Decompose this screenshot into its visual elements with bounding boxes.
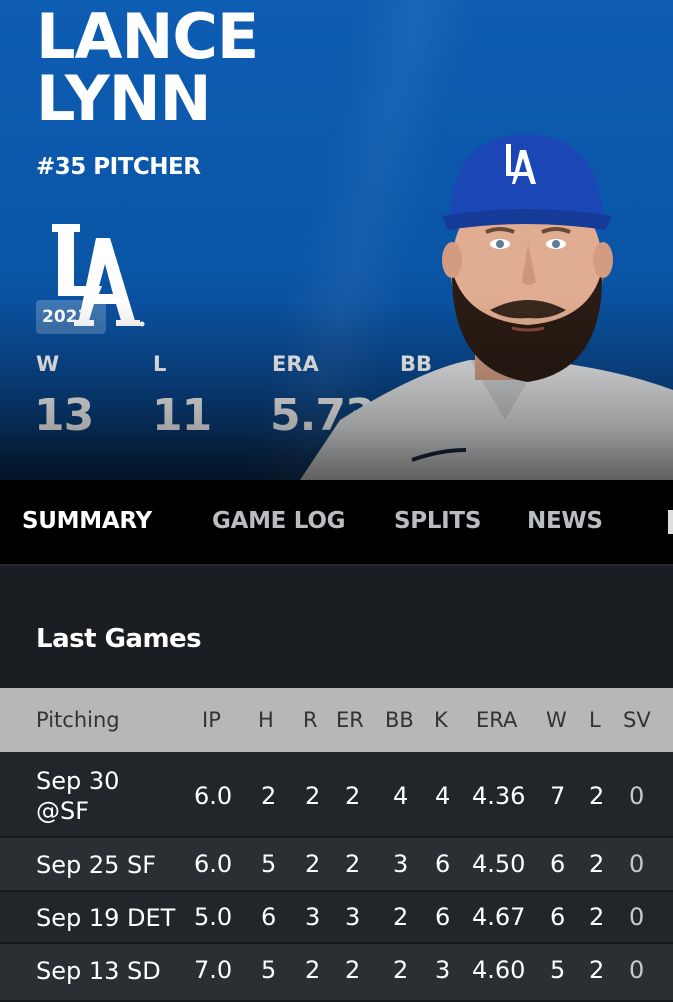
cell-k: 6 (435, 850, 451, 878)
game-date-opponent: Sep 19 DET (36, 904, 176, 932)
cell-sv: 0 (629, 903, 645, 931)
column-header-k: K (434, 708, 448, 732)
cell-w: 5 (550, 956, 566, 984)
game-date: Sep 30 (36, 767, 120, 795)
stat-value-losses: 11 (152, 390, 212, 441)
cell-bb: 4 (393, 782, 409, 810)
cell-era: 4.67 (472, 903, 526, 931)
cell-ip: 6.0 (194, 850, 233, 878)
column-header-h: H (258, 708, 274, 732)
cell-er: 2 (345, 782, 361, 810)
cell-r: 2 (305, 782, 321, 810)
player-name: LANCE LYNN (36, 0, 259, 135)
cell-k: 3 (435, 956, 451, 984)
cell-r: 2 (305, 850, 321, 878)
game-date-opponent: Sep 25 SF (36, 851, 157, 879)
cell-r: 2 (305, 956, 321, 984)
season-selector[interactable]: 2023 (36, 300, 106, 334)
cell-l: 2 (589, 956, 605, 984)
player-headshot-photo (300, 134, 673, 480)
cell-sv: 0 (629, 782, 645, 810)
cell-bb: 2 (393, 903, 409, 931)
cell-k: 6 (435, 903, 451, 931)
column-header-er: ER (336, 708, 364, 732)
cell-l: 2 (589, 903, 605, 931)
section-title: Last Games (36, 624, 202, 654)
cell-era: 4.50 (472, 850, 526, 878)
cell-r: 3 (305, 903, 321, 931)
game-date-opponent: Sep 13 SD (36, 957, 161, 985)
stat-label-wins: W (36, 352, 60, 376)
table-row[interactable]: Sep 30 @SF 6.0 2 2 2 4 4 4.36 7 2 0 (0, 752, 673, 838)
table-row[interactable]: Sep 19 DET 5.0 6 3 3 2 6 4.67 6 2 0 (0, 892, 673, 944)
cell-ip: 6.0 (194, 782, 233, 810)
stat-label-losses: L (153, 352, 167, 376)
cell-ip: 7.0 (194, 956, 233, 984)
cell-w: 7 (550, 782, 566, 810)
column-header-w: W (546, 708, 567, 732)
cell-l: 2 (589, 782, 605, 810)
table-header-row: Pitching IP H R ER BB K ERA W L SV (0, 688, 673, 752)
cell-ip: 5.0 (194, 903, 233, 931)
cell-er: 2 (345, 956, 361, 984)
cell-w: 6 (550, 850, 566, 878)
column-header-pitching: Pitching (36, 708, 120, 732)
column-header-l: L (589, 708, 601, 732)
cell-l: 2 (589, 850, 605, 878)
cell-sv: 0 (629, 956, 645, 984)
table-row[interactable]: Sep 13 SD 7.0 5 2 2 2 3 4.60 5 2 0 (0, 944, 673, 1002)
cell-er: 3 (345, 903, 361, 931)
column-header-era: ERA (476, 708, 518, 732)
cell-h: 6 (261, 903, 277, 931)
tab-news[interactable]: NEWS (527, 508, 603, 534)
tab-game-log[interactable]: GAME LOG (212, 508, 345, 534)
game-opponent: @SF (36, 797, 90, 825)
cell-w: 6 (550, 903, 566, 931)
player-number-position: #35 PITCHER (36, 154, 201, 180)
cell-era: 4.36 (472, 782, 526, 810)
cell-bb: 3 (393, 850, 409, 878)
tab-splits[interactable]: SPLITS (394, 508, 481, 534)
cell-h: 2 (261, 782, 277, 810)
cell-er: 2 (345, 850, 361, 878)
tab-summary[interactable]: SUMMARY (22, 508, 152, 534)
cell-h: 5 (261, 850, 277, 878)
cell-era: 4.60 (472, 956, 526, 984)
column-header-bb: BB (385, 708, 414, 732)
cell-k: 4 (435, 782, 451, 810)
cell-h: 5 (261, 956, 277, 984)
player-first-name: LANCE (36, 0, 259, 73)
player-last-name: LYNN (36, 62, 212, 135)
cell-sv: 0 (629, 850, 645, 878)
column-header-ip: IP (202, 708, 221, 732)
column-header-sv: SV (623, 708, 651, 732)
profile-tabs: SUMMARY GAME LOG SPLITS NEWS (0, 480, 673, 566)
player-hero: LANCE LYNN #35 PITCHER 2023 W L ERA BB 1… (0, 0, 673, 480)
column-header-r: R (303, 708, 318, 732)
cell-bb: 2 (393, 956, 409, 984)
last-games-table: Pitching IP H R ER BB K ERA W L SV Sep 3… (0, 688, 673, 1002)
tab-overflow-next[interactable] (668, 510, 673, 534)
table-row[interactable]: Sep 25 SF 6.0 5 2 2 3 6 4.50 6 2 0 (0, 838, 673, 892)
stat-value-wins: 13 (34, 390, 94, 441)
